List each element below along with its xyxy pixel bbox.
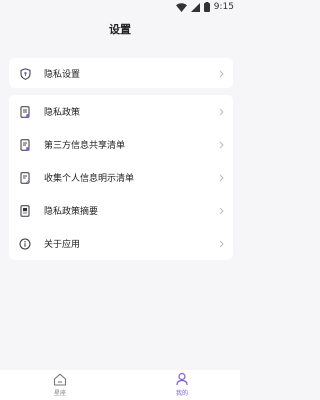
chevron-right-icon	[218, 108, 224, 116]
settings-list-card: 隐私政策 第三方信息共享清单 收集个人信息明示清单 隐私政策摘要 关于应用	[9, 95, 233, 260]
menu-item-personal-info-collection[interactable]: 收集个人信息明示清单	[9, 161, 233, 194]
menu-item-privacy-summary[interactable]: 隐私政策摘要	[9, 194, 233, 227]
chevron-right-icon	[218, 174, 224, 182]
document-list-icon	[19, 138, 31, 151]
status-icons: 9:15	[175, 1, 234, 13]
menu-item-label: 关于应用	[44, 240, 81, 250]
chevron-right-icon	[218, 70, 224, 78]
status-time: 9:15	[213, 2, 234, 12]
menu-item-third-party-sharing[interactable]: 第三方信息共享清单	[9, 128, 233, 161]
wifi-icon	[175, 2, 187, 12]
nav-tab-label: 我的	[175, 390, 188, 397]
bottom-nav: 星座 我的	[0, 370, 240, 400]
battery-icon	[203, 2, 210, 12]
menu-item-label: 隐私政策摘要	[44, 207, 99, 217]
shield-icon	[19, 67, 31, 80]
privacy-settings-label: 隐私设置	[44, 70, 81, 80]
menu-item-about-app[interactable]: 关于应用	[9, 227, 233, 260]
user-icon	[174, 372, 190, 386]
privacy-settings-row[interactable]: 隐私设置	[9, 57, 233, 90]
nav-tab-label: 星座	[53, 390, 66, 397]
info-icon	[19, 238, 31, 250]
nav-tab-mine[interactable]: 我的	[162, 372, 202, 398]
page-title: 设置	[109, 23, 131, 36]
menu-item-label: 第三方信息共享清单	[44, 141, 126, 151]
document-edit-icon	[19, 171, 31, 184]
menu-item-label: 隐私政策	[44, 108, 81, 118]
nav-tab-home[interactable]: 星座	[40, 372, 80, 398]
menu-item-privacy-policy[interactable]: 隐私政策	[9, 95, 233, 128]
status-bar: 9:15	[0, 0, 240, 14]
chevron-right-icon	[218, 207, 224, 215]
document-summary-icon	[19, 204, 31, 217]
document-icon	[19, 105, 31, 118]
signal-icon	[190, 2, 200, 12]
menu-item-label: 收集个人信息明示清单	[44, 174, 135, 184]
chevron-right-icon	[218, 240, 224, 248]
home-icon	[52, 372, 68, 386]
chevron-right-icon	[218, 141, 224, 149]
privacy-settings-card: 隐私设置	[9, 58, 233, 88]
